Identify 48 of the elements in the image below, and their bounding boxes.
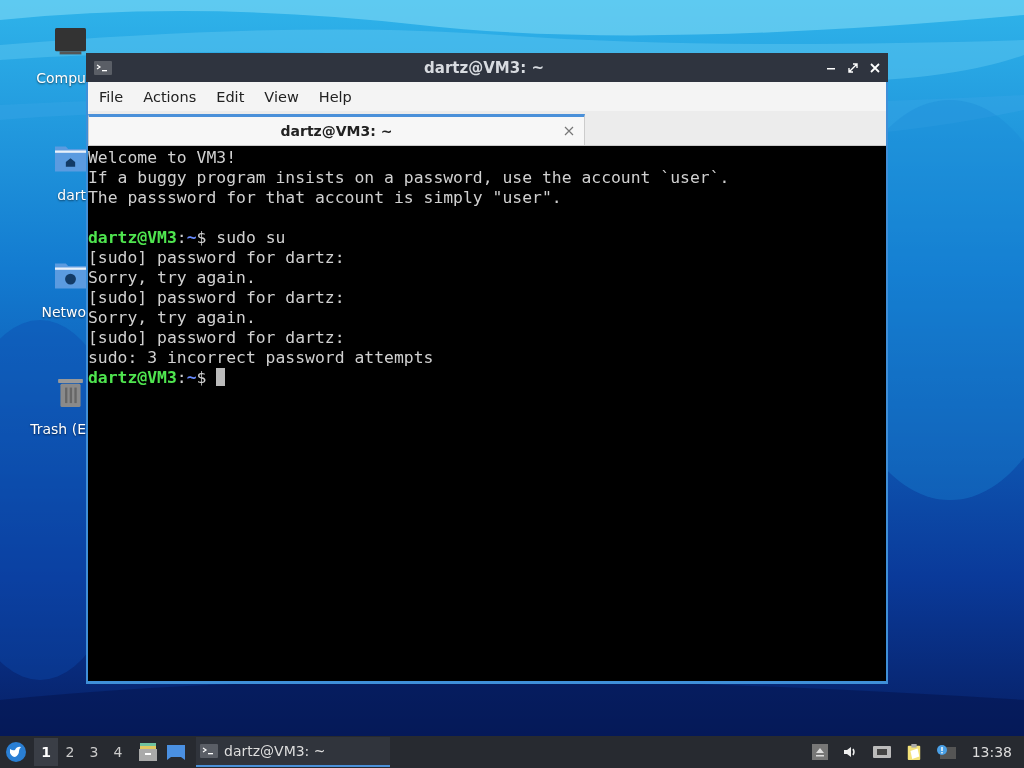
terminal-icon [200,744,218,758]
volume-icon[interactable] [841,744,858,760]
prompt-colon: : [176,368,187,387]
prompt-user: dartz@VM3 [88,228,177,247]
task-button[interactable]: dartz@VM3: ~ [196,737,390,767]
terminal-tab[interactable]: dartz@VM3: ~ [88,114,585,145]
workspace-button[interactable]: 1 [34,738,58,766]
terminal-output: The passsword for that account is simply "user". [88,188,562,207]
network-icon[interactable] [871,744,892,760]
maximize-icon[interactable] [848,62,858,73]
clock[interactable]: 13:38 [971,744,1012,760]
desktop-icon-label: Compu [36,70,86,86]
prompt-colon: : [176,228,187,247]
show-desktop-icon[interactable] [166,742,186,762]
eject-icon[interactable] [811,744,828,760]
bird-logo-icon[interactable] [6,742,26,762]
close-tab-icon[interactable] [564,126,574,136]
workspace-button[interactable]: 3 [82,738,106,766]
terminal-output: [sudo] password for dartz: [88,248,345,267]
close-icon[interactable] [870,62,880,73]
terminal-area[interactable] [88,146,886,681]
menu-item[interactable]: File [90,86,133,107]
desktop-icon-label: Netwo [41,304,86,320]
menu-item[interactable]: Edit [207,86,254,107]
desktop-icon-label: dart [57,187,86,203]
menu-item[interactable]: View [255,86,308,107]
terminal-command: $ sudo su [196,228,286,247]
workspace-button[interactable]: 2 [58,738,82,766]
terminal-output: [sudo] password for dartz: [88,288,345,307]
clipboard-icon[interactable] [905,744,922,760]
terminal-output: Sorry, try again. [88,308,256,327]
window-title: dartz@VM3: ~ [423,58,545,77]
menu-item[interactable]: Help [309,86,361,107]
prompt-user: dartz@VM3 [88,368,177,387]
desktop-icon-label: Trash (E [30,421,86,437]
notification-icon[interactable] [935,744,956,760]
terminal-output: Welcome to VM3! [88,148,237,167]
terminal-icon [94,60,112,75]
workspace-button[interactable]: 4 [106,738,130,766]
terminal-output: If a buggy program insists on a password, use the account `user`. [88,168,730,187]
terminal-output: sudo: 3 incorrect password attempts [88,348,434,367]
terminal-output: [sudo] password for dartz: [88,328,345,347]
terminal-output: Sorry, try again. [88,268,256,287]
file-cabinet-icon[interactable] [138,742,158,762]
menu-item[interactable]: Actions [134,86,206,107]
prompt-path: ~ [186,228,197,247]
terminal-command: $ [196,368,208,387]
prompt-path: ~ [186,368,197,387]
